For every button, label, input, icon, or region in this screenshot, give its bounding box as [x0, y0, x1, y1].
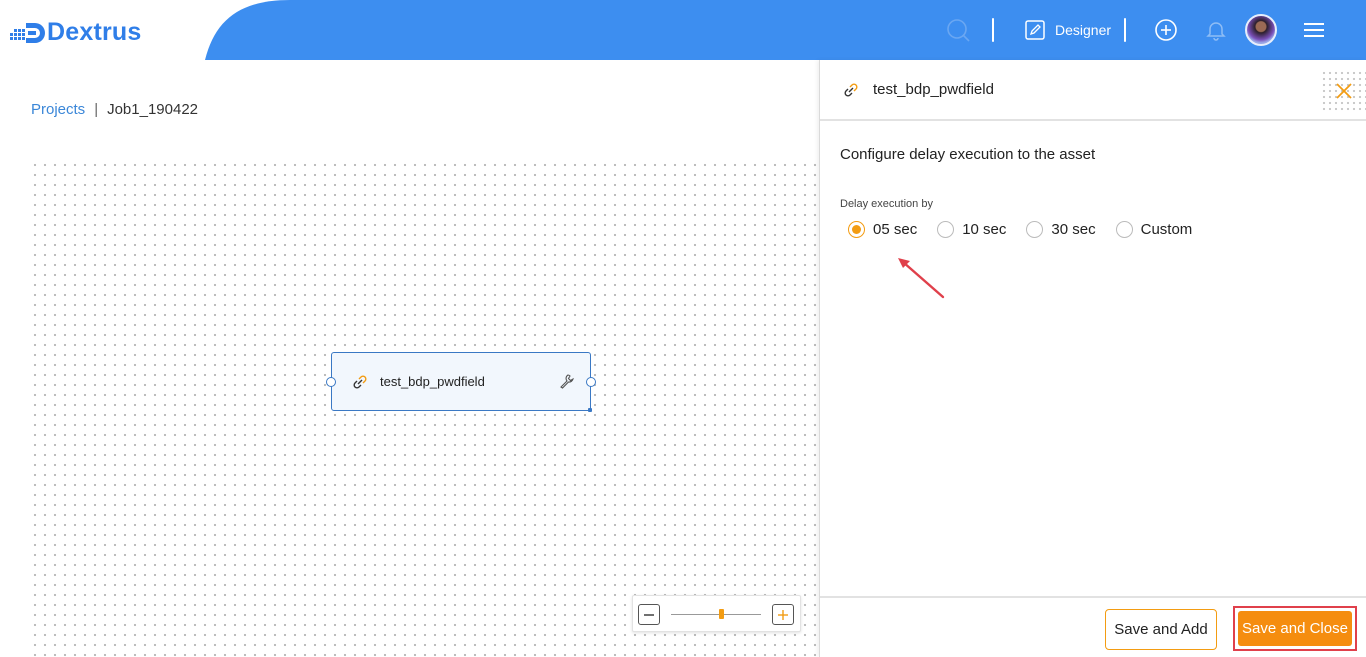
radio-button[interactable]	[1026, 221, 1044, 238]
pipeline-node[interactable]: test_bdp_pwdfield	[326, 352, 596, 412]
avatar	[1245, 14, 1277, 46]
save-and-add-button[interactable]: Save and Add	[1105, 609, 1217, 650]
breadcrumb-current: Job1_190422	[107, 101, 199, 118]
menu-button[interactable]	[1302, 0, 1326, 60]
node-output-port[interactable]	[586, 377, 596, 387]
radio-button[interactable]	[937, 221, 955, 238]
plus-circle-icon	[1155, 19, 1177, 41]
link-icon	[353, 374, 367, 389]
header-divider	[992, 18, 994, 42]
radio-30-sec[interactable]: 30 sec	[1026, 221, 1096, 238]
radio-button[interactable]	[848, 221, 865, 238]
minus-icon	[644, 613, 654, 616]
save-and-close-button[interactable]: Save and Close	[1238, 611, 1352, 646]
link-icon	[844, 82, 858, 97]
radio-label: 10 sec	[962, 221, 1007, 238]
edit-icon	[1025, 20, 1045, 40]
radio-custom[interactable]: Custom	[1115, 221, 1193, 238]
app-header: Dextrus Designer	[0, 0, 1366, 60]
node-config-panel: test_bdp_pwdfield Configure delay execut…	[819, 60, 1366, 657]
panel-description: Configure delay execution to the asset	[840, 146, 1096, 163]
node-label: test_bdp_pwdfield	[380, 374, 485, 389]
zoom-control	[632, 595, 801, 632]
logo-text: Dextrus	[47, 17, 142, 46]
search-button[interactable]	[944, 0, 972, 60]
designer-button[interactable]: Designer	[1025, 0, 1120, 60]
zoom-slider-thumb[interactable]	[718, 609, 724, 619]
dextrus-logo-icon	[10, 23, 45, 43]
zoom-out-button[interactable]	[638, 604, 660, 625]
radio-label: Custom	[1140, 221, 1193, 238]
node-input-port[interactable]	[326, 377, 336, 387]
annotation-arrow-icon	[898, 258, 945, 299]
zoom-slider[interactable]	[671, 609, 761, 619]
radio-label: 05 sec	[873, 221, 918, 238]
close-panel-button[interactable]	[1321, 70, 1366, 112]
delay-radio-group: 05 sec 10 sec 30 sec Custom	[848, 221, 1212, 238]
highlight-box: Save and Close	[1233, 606, 1357, 651]
radio-label: 30 sec	[1051, 221, 1096, 238]
search-icon	[947, 19, 970, 42]
bell-icon	[1206, 22, 1226, 41]
radio-button[interactable]	[1115, 221, 1133, 238]
panel-footer: Save and Add Save and Close	[820, 596, 1366, 657]
breadcrumb: Projects | Job1_190422	[31, 101, 198, 118]
breadcrumb-projects-link[interactable]: Projects	[31, 101, 85, 118]
close-icon	[1336, 83, 1352, 99]
user-avatar-button[interactable]	[1244, 0, 1278, 60]
breadcrumb-separator: |	[94, 101, 99, 118]
wrench-icon[interactable]	[558, 373, 574, 389]
delay-field-label: Delay execution by	[840, 198, 933, 210]
designer-label: Designer	[1055, 22, 1112, 38]
hamburger-menu-icon	[1304, 23, 1324, 37]
plus-icon	[778, 609, 788, 620]
node-resize-handle[interactable]	[588, 408, 592, 412]
radio-10-sec[interactable]: 10 sec	[937, 221, 1006, 238]
add-button[interactable]	[1153, 0, 1179, 60]
zoom-in-button[interactable]	[772, 604, 794, 625]
notifications-button[interactable]	[1204, 0, 1228, 60]
panel-title: test_bdp_pwdfield	[873, 81, 994, 98]
radio-05-sec[interactable]: 05 sec	[848, 221, 917, 238]
header-divider	[1124, 18, 1126, 42]
panel-header: test_bdp_pwdfield	[820, 60, 1366, 121]
logo[interactable]: Dextrus	[10, 18, 142, 46]
